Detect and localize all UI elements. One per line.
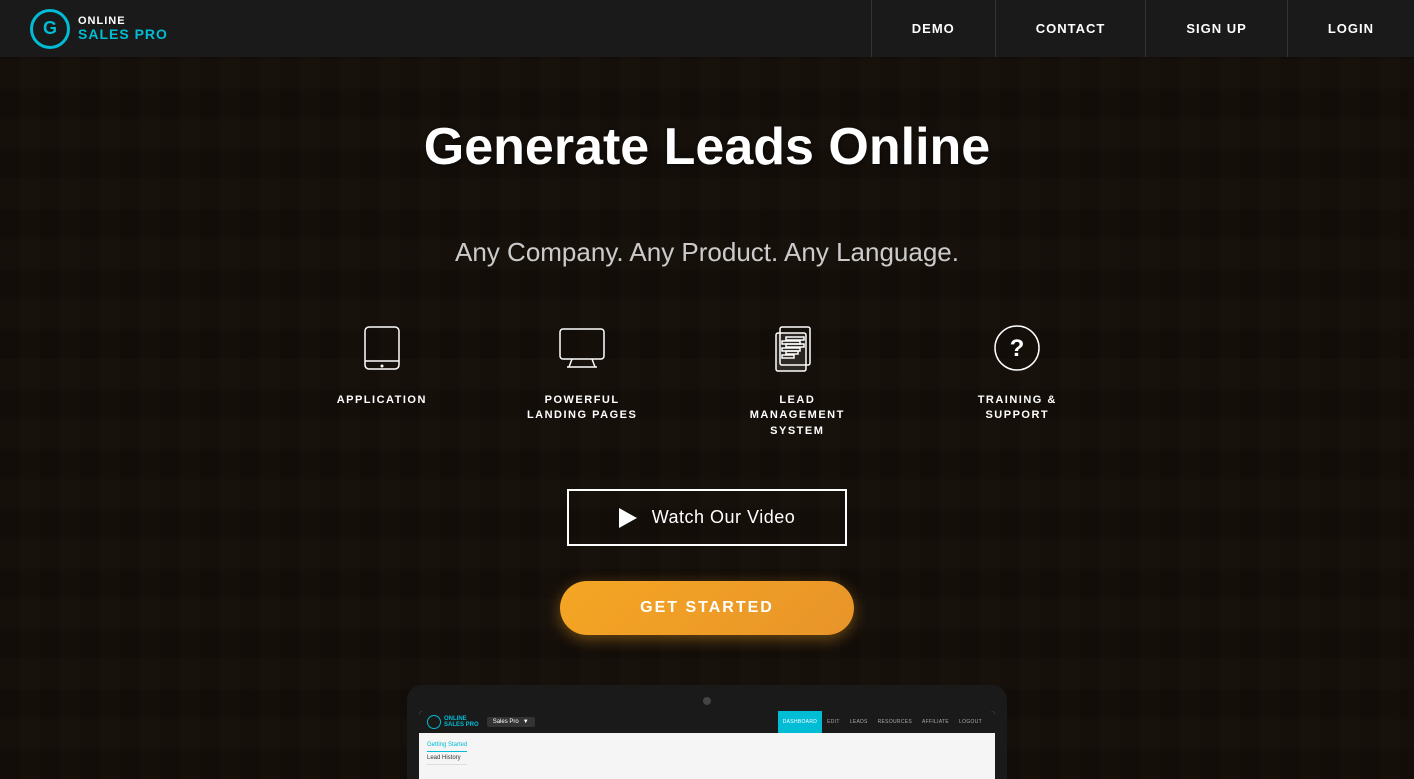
lead-management-icon bbox=[767, 318, 827, 378]
mini-dropdown-arrow: ▼ bbox=[523, 719, 529, 725]
navbar-logo[interactable]: ONLINE SALES PRO bbox=[0, 9, 871, 49]
landing-pages-label: POWERFULLANDING PAGES bbox=[527, 393, 637, 424]
feature-landing-pages: POWERFULLANDING PAGES bbox=[527, 318, 637, 439]
landing-pages-icon bbox=[552, 318, 612, 378]
nav-demo[interactable]: DEMO bbox=[871, 0, 995, 57]
laptop-outer: ONLINESALES PRO Sales Pro ▼ DASHBOARD ED… bbox=[407, 685, 1007, 779]
laptop-mockup: ONLINESALES PRO Sales Pro ▼ DASHBOARD ED… bbox=[407, 685, 1007, 779]
mini-body: Getting Started Lead History bbox=[419, 733, 995, 779]
svg-text:?: ? bbox=[1010, 335, 1025, 362]
video-button-label: Watch Our Video bbox=[652, 507, 796, 528]
mini-logo-text: ONLINESALES PRO bbox=[444, 716, 479, 728]
mini-sidebar-getting-started: Getting Started bbox=[427, 739, 467, 752]
nav-contact[interactable]: CONTACT bbox=[995, 0, 1146, 57]
features-row: APPLICATION POWERFULLANDING PAGES bbox=[337, 318, 1078, 439]
play-icon bbox=[619, 508, 637, 528]
mini-nav-edit: EDIT bbox=[822, 711, 845, 733]
laptop-screen: ONLINESALES PRO Sales Pro ▼ DASHBOARD ED… bbox=[419, 711, 995, 779]
feature-lead-management: LEAD MANAGEMENTSYSTEM bbox=[737, 318, 857, 439]
logo-circle-icon bbox=[30, 9, 70, 49]
mini-dropdown: Sales Pro ▼ bbox=[487, 717, 535, 727]
watch-video-button[interactable]: Watch Our Video bbox=[567, 489, 848, 546]
mini-nav-affiliate: AFFILIATE bbox=[917, 711, 954, 733]
mini-nav: DASHBOARD EDIT LEADS RESOURCES AFFILIATE… bbox=[778, 711, 987, 733]
logo-salespro: SALES PRO bbox=[78, 27, 168, 42]
hero-title: Generate Leads Online bbox=[424, 117, 990, 177]
mini-topbar: ONLINESALES PRO Sales Pro ▼ DASHBOARD ED… bbox=[419, 711, 995, 733]
hero-content: Generate Leads Online Any Company. Any P… bbox=[0, 57, 1414, 779]
navbar: ONLINE SALES PRO DEMO CONTACT SIGN UP LO… bbox=[0, 0, 1414, 57]
nav-login[interactable]: LOGIN bbox=[1287, 0, 1414, 57]
mini-sidebar-lead-history: Lead History bbox=[427, 752, 467, 765]
mini-dropdown-label: Sales Pro bbox=[493, 719, 519, 725]
mini-nav-dashboard: DASHBOARD bbox=[778, 711, 822, 733]
mini-dashboard: ONLINESALES PRO Sales Pro ▼ DASHBOARD ED… bbox=[419, 711, 995, 779]
application-label: APPLICATION bbox=[337, 393, 427, 408]
feature-training: ? TRAINING & SUPPORT bbox=[957, 318, 1077, 439]
application-icon bbox=[352, 318, 412, 378]
training-label: TRAINING & SUPPORT bbox=[957, 393, 1077, 424]
hero-section: Generate Leads Online Any Company. Any P… bbox=[0, 57, 1414, 779]
feature-application: APPLICATION bbox=[337, 318, 427, 439]
laptop-camera bbox=[703, 697, 711, 705]
hero-subtitle: Any Company. Any Product. Any Language. bbox=[455, 237, 959, 268]
mini-nav-logout: LOGOUT bbox=[954, 711, 987, 733]
mini-nav-leads: LEADS bbox=[845, 711, 873, 733]
mini-logo-circle bbox=[427, 715, 441, 729]
nav-signup[interactable]: SIGN UP bbox=[1145, 0, 1286, 57]
training-icon: ? bbox=[987, 318, 1047, 378]
mini-logo: ONLINESALES PRO bbox=[427, 715, 479, 729]
mini-sidebar: Getting Started Lead History bbox=[427, 739, 467, 779]
lead-management-label: LEAD MANAGEMENTSYSTEM bbox=[737, 393, 857, 439]
logo-text: ONLINE SALES PRO bbox=[78, 15, 168, 42]
nav-menu: DEMO CONTACT SIGN UP LOGIN bbox=[871, 0, 1414, 57]
mini-nav-resources: RESOURCES bbox=[873, 711, 917, 733]
get-started-button[interactable]: GET STARTED bbox=[560, 581, 854, 635]
